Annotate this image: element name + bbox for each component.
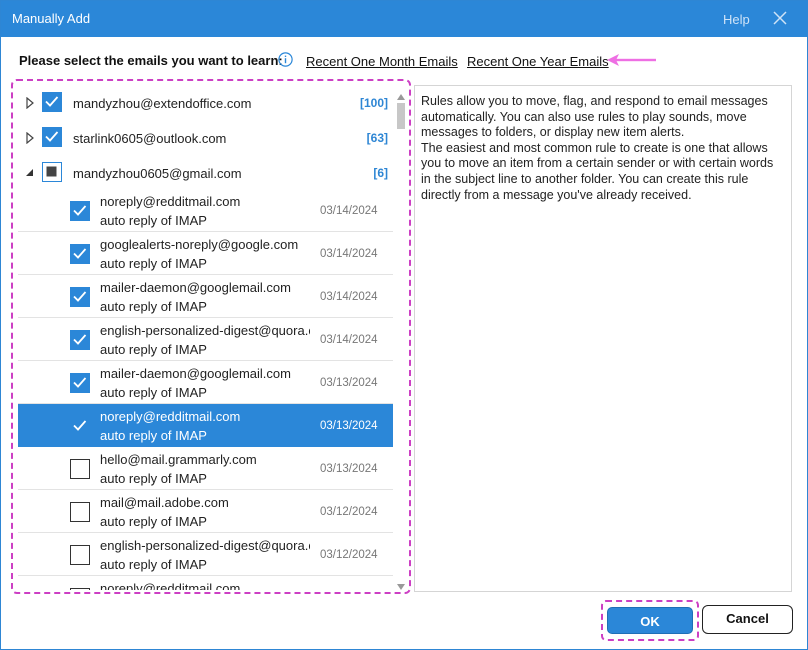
checkbox[interactable]: [70, 416, 90, 436]
email-subject: auto reply of IMAP: [100, 256, 207, 271]
account-row[interactable]: mandyzhou0605@gmail.com [6]: [18, 156, 393, 190]
email-date: 03/14/2024: [320, 205, 378, 217]
email-row[interactable]: mailer-daemon@googlemail.com auto reply o…: [18, 275, 393, 318]
description-paragraph-1: Rules allow you to move, flag, and respo…: [421, 94, 768, 140]
email-row[interactable]: noreply@redditmail.com auto reply of IMAP…: [18, 404, 393, 447]
email-date: 03/12/2024: [320, 549, 378, 561]
email-sender: english-personalized-digest@quora.com: [100, 323, 310, 338]
checkbox[interactable]: [70, 201, 90, 221]
email-sender: noreply@redditmail.com: [100, 194, 241, 209]
email-sender: mailer-daemon@googlemail.com: [100, 366, 291, 381]
prompt-row: Please select the emails you want to lea…: [1, 49, 807, 73]
checkbox[interactable]: [70, 545, 90, 565]
email-sender: googlealerts-noreply@google.com: [100, 237, 299, 252]
email-subject: auto reply of IMAP: [100, 299, 207, 314]
description-paragraph-2: The easiest and most common rule to crea…: [421, 140, 774, 202]
account-name: mandyzhou@extendoffice.com: [73, 96, 252, 111]
email-sender: hello@mail.grammarly.com: [100, 452, 257, 467]
email-sender: mailer-daemon@googlemail.com: [100, 280, 291, 295]
email-date: 03/14/2024: [320, 334, 378, 346]
checkbox[interactable]: [42, 92, 62, 112]
account-name: mandyzhou0605@gmail.com: [73, 166, 242, 181]
email-date: 03/14/2024: [320, 291, 378, 303]
ok-button-highlight: OK: [601, 600, 699, 641]
email-sender: noreply@redditmail.com: [100, 409, 241, 424]
scroll-up-icon[interactable]: [396, 89, 406, 100]
email-row[interactable]: noreply@redditmail.com: [18, 576, 393, 590]
checkbox[interactable]: [70, 373, 90, 393]
pointer-arrow-icon: [607, 54, 656, 66]
title-bar: Manually Add Help: [1, 1, 807, 37]
email-subject: auto reply of IMAP: [100, 342, 207, 357]
account-count: [6]: [373, 166, 388, 180]
recent-one-month-link[interactable]: Recent One Month Emails: [306, 54, 458, 69]
scroll-down-icon[interactable]: [396, 579, 406, 590]
checkbox[interactable]: [70, 588, 90, 590]
email-tree-list[interactable]: mandyzhou@extendoffice.com [100] starlink0…: [18, 86, 408, 590]
prompt-label: Please select the emails you want to lea…: [19, 53, 283, 68]
scrollbar-thumb[interactable]: [397, 103, 405, 129]
email-row[interactable]: noreply@redditmail.com auto reply of IMAP…: [18, 189, 393, 232]
email-subject: auto reply of IMAP: [100, 213, 207, 228]
checkbox[interactable]: [70, 287, 90, 307]
email-sender: mail@mail.adobe.com: [100, 495, 229, 510]
email-date: 03/12/2024: [320, 506, 378, 518]
email-subject: auto reply of IMAP: [100, 514, 207, 529]
email-date: 03/14/2024: [320, 248, 378, 260]
email-sender: english-personalized-digest@quora.com: [100, 538, 310, 553]
email-row[interactable]: english-personalized-digest@quora.com aut…: [18, 533, 393, 576]
account-row[interactable]: starlink0605@outlook.com [63]: [18, 121, 393, 155]
checkbox[interactable]: [70, 502, 90, 522]
account-count: [63]: [366, 131, 388, 145]
checkbox[interactable]: [42, 162, 62, 182]
description-text: Rules allow you to move, flag, and respo…: [415, 86, 791, 203]
email-row[interactable]: mail@mail.adobe.com auto reply of IMAP 03/…: [18, 490, 393, 533]
collapsed-caret-icon[interactable]: [25, 131, 35, 145]
checkbox[interactable]: [42, 127, 62, 147]
collapsed-caret-icon[interactable]: [25, 96, 35, 110]
close-icon[interactable]: [771, 9, 789, 27]
email-row[interactable]: english-personalized-digest@quora.com aut…: [18, 318, 393, 361]
account-row[interactable]: mandyzhou@extendoffice.com [100]: [18, 86, 393, 120]
email-row[interactable]: mailer-daemon@googlemail.com auto reply o…: [18, 361, 393, 404]
email-subject: auto reply of IMAP: [100, 557, 207, 572]
checkbox[interactable]: [70, 244, 90, 264]
expanded-caret-icon[interactable]: [25, 167, 35, 179]
checkbox[interactable]: [70, 330, 90, 350]
email-list-highlight: mandyzhou@extendoffice.com [100] starlink0…: [11, 79, 411, 594]
ok-button[interactable]: OK: [607, 607, 693, 634]
email-subject: auto reply of IMAP: [100, 428, 207, 443]
manually-add-dialog: Manually Add Help Please select the emai…: [0, 0, 808, 650]
vertical-scrollbar[interactable]: [394, 86, 408, 590]
email-date: 03/13/2024: [320, 377, 378, 389]
email-date: 03/13/2024: [320, 463, 378, 475]
email-sender: noreply@redditmail.com: [100, 581, 241, 590]
email-subject: auto reply of IMAP: [100, 471, 207, 486]
help-button[interactable]: Help: [723, 12, 750, 27]
description-panel: Rules allow you to move, flag, and respo…: [414, 85, 792, 592]
cancel-button[interactable]: Cancel: [702, 605, 793, 634]
window-title: Manually Add: [12, 11, 91, 26]
info-icon[interactable]: [278, 52, 293, 67]
account-count: [100]: [359, 96, 388, 110]
email-row[interactable]: hello@mail.grammarly.com auto reply of IM…: [18, 447, 393, 490]
email-subject: auto reply of IMAP: [100, 385, 207, 400]
account-name: starlink0605@outlook.com: [73, 131, 227, 146]
recent-one-year-link[interactable]: Recent One Year Emails: [467, 54, 609, 69]
checkbox[interactable]: [70, 459, 90, 479]
email-row[interactable]: googlealerts-noreply@google.com auto repl…: [18, 232, 393, 275]
email-date: 03/13/2024: [320, 420, 378, 432]
